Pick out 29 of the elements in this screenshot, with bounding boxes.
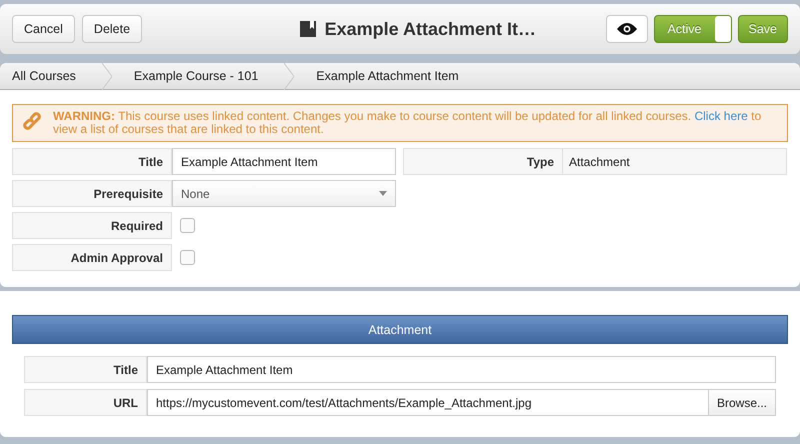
- url-field[interactable]: https://mycustomevent.com/test/Attachments/Example_Attachment.jpg Browse...: [147, 389, 776, 416]
- chevron-separator-icon: [284, 62, 294, 90]
- breadcrumb-link[interactable]: Example Course - 101: [122, 69, 270, 83]
- field-label: Type: [403, 148, 563, 175]
- field-label: Title: [12, 148, 172, 175]
- field-label: Admin Approval: [12, 244, 172, 271]
- field-label: Title: [24, 356, 147, 383]
- breadcrumb-link[interactable]: Example Attachment Item: [304, 69, 471, 83]
- book-icon: [298, 20, 317, 38]
- field-label: Required: [12, 212, 172, 239]
- caret-icon: [379, 191, 387, 196]
- breadcrumb-link[interactable]: All Courses: [0, 69, 88, 83]
- browse-button[interactable]: Browse...: [708, 390, 775, 415]
- warning-text: WARNING: This course uses linked content. Changes you make to course content will be updated for all linked courses. Click here to view a list of courses that are linked to this content.: [53, 110, 762, 136]
- field-label: URL: [24, 389, 147, 416]
- toolbar-button[interactable]: Delete: [82, 15, 142, 43]
- type-value: Attachment: [563, 148, 787, 175]
- prerequisite-dropdown[interactable]: None: [172, 180, 396, 207]
- checkbox[interactable]: [180, 218, 195, 233]
- page-title: Example Attachment It…: [324, 18, 536, 40]
- preview-button[interactable]: [606, 15, 648, 43]
- eye-icon: [616, 22, 638, 36]
- chevron-separator-icon: [102, 62, 112, 90]
- title-field[interactable]: Example Attachment Item: [172, 148, 396, 175]
- toolbar-button[interactable]: Cancel: [12, 15, 75, 43]
- section-header: Attachment: [12, 315, 788, 344]
- field-label: Prerequisite: [12, 180, 172, 207]
- title-field[interactable]: Example Attachment Item: [147, 356, 776, 383]
- checkbox[interactable]: [180, 250, 195, 265]
